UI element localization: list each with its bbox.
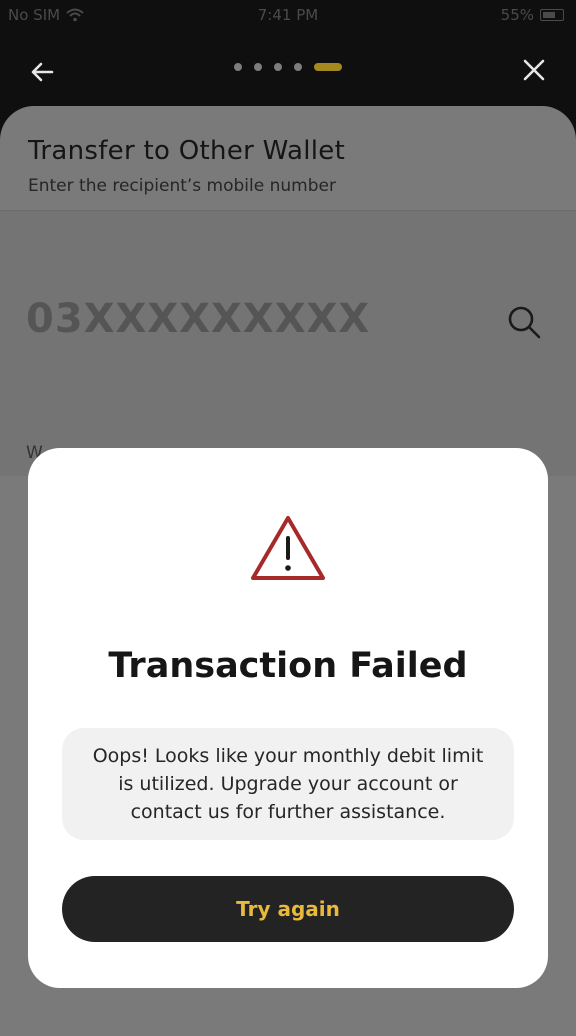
page-subtitle: Enter the recipient’s mobile number xyxy=(28,176,336,196)
message-box: Oops! Looks like your monthly debit limi… xyxy=(62,728,514,840)
phone-number-input[interactable]: 03XXXXXXXXX xyxy=(26,296,370,342)
status-right: 55% xyxy=(501,6,564,24)
phone-input-area xyxy=(0,211,576,476)
step-active-indicator xyxy=(314,63,342,71)
back-arrow-icon[interactable] xyxy=(26,56,58,88)
step-dot xyxy=(254,63,262,71)
step-dot xyxy=(274,63,282,71)
progress-stepper xyxy=(234,63,342,71)
transaction-failed-dialog: Transaction Failed Oops! Looks like your… xyxy=(28,448,548,988)
warning-triangle-icon xyxy=(251,516,325,580)
battery-percent: 55% xyxy=(500,6,534,24)
status-time: 7:41 PM xyxy=(257,6,319,24)
error-message: Oops! Looks like your monthly debit limi… xyxy=(92,745,484,823)
try-again-button[interactable]: Try again xyxy=(62,876,514,942)
step-dot xyxy=(294,63,302,71)
close-icon[interactable] xyxy=(518,54,550,86)
status-bar: No SIM 7:41 PM 55% xyxy=(0,0,576,32)
battery-icon xyxy=(540,9,564,21)
dialog-title: Transaction Failed xyxy=(108,646,468,686)
search-icon[interactable] xyxy=(506,304,542,340)
page-title: Transfer to Other Wallet xyxy=(28,136,346,166)
step-dot xyxy=(234,63,242,71)
header xyxy=(0,40,576,100)
